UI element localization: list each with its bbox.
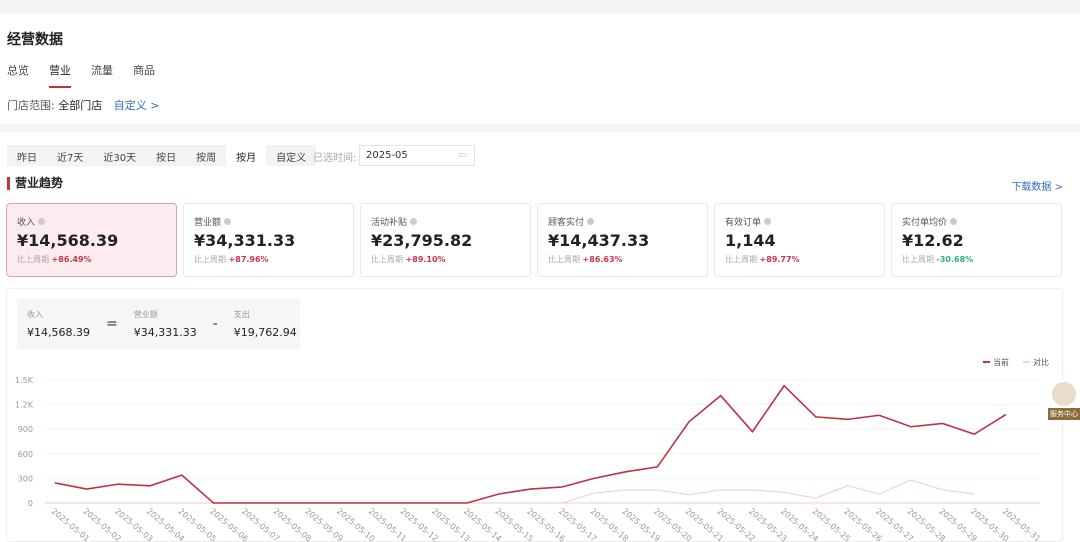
main-panel: 昨日 近7天 近30天 按日 按周 按月 自定义 已选时间: 2025-05 ▭ … — [0, 132, 1080, 542]
y-tick-label: 900 — [18, 425, 33, 434]
custom-store-link[interactable]: 自定义 > — [114, 99, 160, 112]
y-tick-label: 0 — [28, 499, 33, 508]
store-value: 全部门店 — [58, 99, 103, 112]
page-title: 经营数据 — [7, 32, 63, 48]
tab-products[interactable]: 商品 — [133, 62, 155, 88]
legend-label-current: 当前 — [993, 357, 1009, 367]
tabs: 总览 营业 流量 商品 — [7, 62, 155, 88]
tab-traffic[interactable]: 流量 — [91, 62, 113, 88]
avatar — [1050, 380, 1078, 408]
y-tick-label: 300 — [18, 474, 33, 483]
store-scope: 门店范围: 全部门店 自定义 > — [7, 97, 159, 113]
series-line-current — [54, 384, 1007, 504]
tab-business[interactable]: 营业 — [49, 62, 71, 88]
line-chart: 03006009001.2K1.5K2025-05-012025-05-0220… — [15, 357, 1049, 542]
service-center-widget[interactable]: 服务中心 — [1048, 380, 1080, 426]
store-label: 门店范围: — [7, 99, 55, 112]
y-tick-label: 1.2K — [15, 401, 34, 410]
y-tick-label: 1.5K — [15, 376, 34, 385]
y-tick-label: 600 — [18, 450, 33, 459]
tab-overview[interactable]: 总览 — [7, 62, 29, 88]
header-panel: 经营数据 总览 营业 流量 商品 门店范围: 全部门店 自定义 > — [0, 14, 1080, 124]
service-center-label: 服务中心 — [1048, 408, 1080, 420]
legend-label-compare: 对比 — [1033, 357, 1049, 367]
